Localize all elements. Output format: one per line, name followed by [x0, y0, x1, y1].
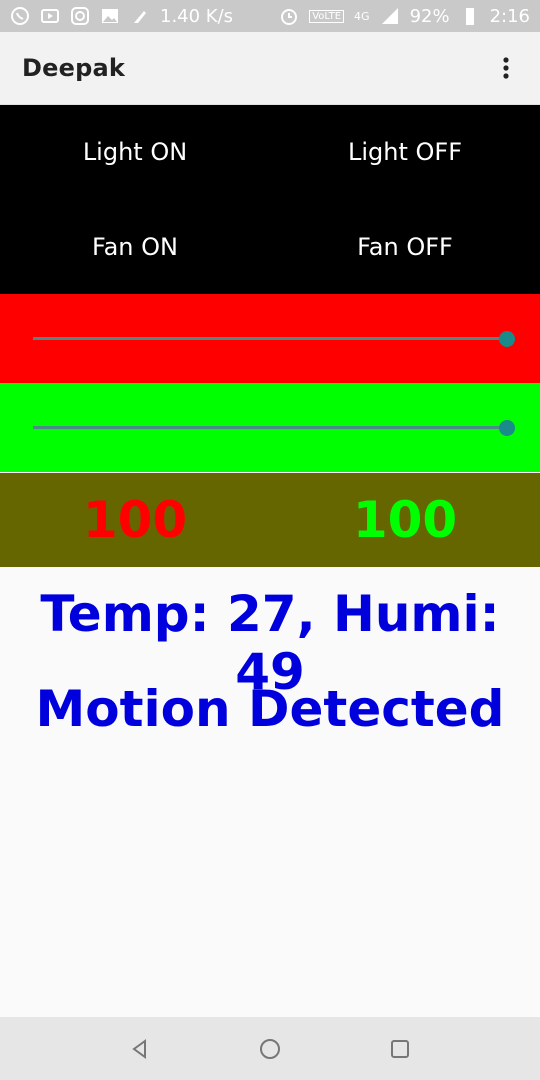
red-slider-band	[0, 294, 540, 383]
fan-on-button[interactable]: Fan ON	[0, 200, 270, 295]
red-value: 100	[82, 491, 188, 549]
red-slider-thumb[interactable]	[499, 331, 515, 347]
app-bar: Deepak	[0, 32, 540, 105]
home-button[interactable]	[250, 1029, 290, 1069]
more-vert-icon	[503, 57, 509, 79]
green-slider-band	[0, 383, 540, 472]
green-value: 100	[352, 491, 458, 549]
nav-bar	[0, 1017, 540, 1080]
fan-row: Fan ON Fan OFF	[0, 200, 540, 295]
back-button[interactable]	[120, 1029, 160, 1069]
battery-percent: 92%	[409, 5, 450, 27]
alarm-icon	[281, 9, 298, 25]
recents-icon	[391, 1039, 409, 1058]
youtube-icon	[41, 9, 59, 23]
light-off-button[interactable]: Light OFF	[270, 105, 540, 200]
status-left: 1.40 K/s	[10, 6, 233, 27]
status-right: VoLTE 4G 92% 2:16	[279, 6, 530, 27]
recents-button[interactable]	[380, 1029, 420, 1069]
cleaner-icon	[134, 11, 146, 23]
battery-icon	[465, 8, 474, 25]
controls-panel: Light ON Light OFF Fan ON Fan OFF	[0, 105, 540, 294]
gallery-icon	[102, 9, 118, 23]
light-on-button[interactable]: Light ON	[0, 105, 270, 200]
signal-icon	[381, 8, 398, 24]
green-slider-thumb[interactable]	[499, 420, 515, 436]
light-row: Light ON Light OFF	[0, 105, 540, 200]
green-slider-track[interactable]	[33, 426, 507, 429]
status-bar: 1.40 K/s VoLTE 4G 92% 2:16	[0, 0, 540, 32]
volte-badge: VoLTE	[309, 9, 345, 23]
net-speed: 1.40 K/s	[160, 5, 234, 27]
network-type: 4G	[354, 9, 370, 23]
app-title: Deepak	[22, 54, 126, 82]
red-slider-track[interactable]	[33, 337, 507, 340]
clock: 2:16	[489, 5, 530, 27]
fan-off-button[interactable]: Fan OFF	[270, 200, 540, 295]
back-icon	[132, 1038, 146, 1059]
overflow-menu-button[interactable]	[494, 56, 518, 80]
motion-status-text: Motion Detected	[35, 680, 505, 738]
values-band: 100 100	[0, 473, 540, 567]
home-icon	[260, 1038, 280, 1059]
whatsapp-icon	[11, 7, 29, 25]
instagram-icon	[71, 7, 89, 25]
